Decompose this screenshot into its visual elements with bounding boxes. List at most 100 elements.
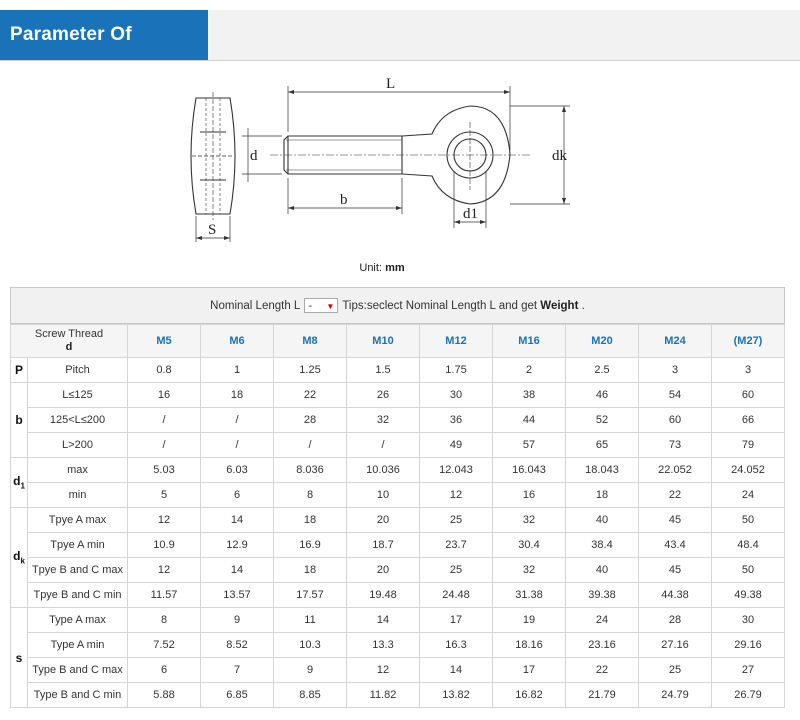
table-cell: 17.57 [273,582,347,608]
table-cell: / [273,432,347,458]
table-cell: 27.16 [638,632,712,658]
table-cell: / [346,432,420,458]
table-cell: 22 [273,382,347,408]
tips-main: Tips:seclect Nominal Length L and get [342,299,538,312]
table-cell: 16.043 [492,457,566,483]
parameter-symbol: d1 [10,457,28,508]
table-cell: 66 [711,407,785,433]
table-cell: 17 [492,657,566,683]
table-cell: 49.38 [711,582,785,608]
table-cell: 14 [200,507,274,533]
table-cell: 24 [565,607,639,633]
table-cell: 6.85 [200,682,274,708]
table-cell: 23.7 [419,532,493,558]
table-cell: 24.48 [419,582,493,608]
table-cell: 46 [565,382,639,408]
table-cell: 18 [273,507,347,533]
table-row: d1 max 5.03 6.03 8.036 10.036 12.043 16.043 18.0… [10,457,785,508]
table-cell: 39.38 [565,582,639,608]
label-b: b [340,192,348,208]
table-cell: 60 [711,382,785,408]
size-column-header: M5 [127,324,201,358]
size-column-header: M12 [419,324,493,358]
size-column-header: M16 [492,324,566,358]
table-cell: 6.03 [200,457,274,483]
parameter-symbol-letter: b [15,413,23,427]
row-label: Tpye A min [27,532,128,558]
parameter-symbol: b [10,382,28,458]
row-label: Type A min [27,632,128,658]
table-cell: 0.8 [127,357,201,383]
table-cell: 18 [200,382,274,408]
parameter-symbol: dk [10,507,28,608]
row-label: Type A max [27,607,128,633]
table-cell: 50 [711,557,785,583]
table-row: Tpye B and C min 11.57 13.57 17.57 19.48 24.4… [11,582,785,608]
spec-table: Screw Thread d M5 M6 M8 M10 M12 M16 M20 M24 (M27) … [10,324,785,708]
parameter-symbol: P [10,357,28,383]
table-cell: 7.52 [127,632,201,658]
table-cell: 3 [711,357,785,383]
table-cell: 14 [419,657,493,683]
table-cell: 8 [127,607,201,633]
table-cell: 8.036 [273,457,347,483]
table-cell: 16 [492,482,566,508]
row-label: L≤125 [27,382,128,408]
table-cell: 16 [127,382,201,408]
table-cell: 10.036 [346,457,420,483]
table-cell: / [127,407,201,433]
table-cell: 30 [419,382,493,408]
tips-text: Tips:seclect Nominal Length L and get We… [342,300,585,312]
nominal-length-label: Nominal Length L [210,299,301,312]
table-cell: 6 [127,657,201,683]
parameter-symbol-subscript: k [20,556,25,566]
table-cell: 10 [346,482,420,508]
table-cell: 20 [346,507,420,533]
table-row: Type B and C min 5.88 6.85 8.85 11.82 13.82 16… [11,682,785,708]
table-cell: 79 [711,432,785,458]
table-cell: 13.57 [200,582,274,608]
table-row: Tpye B and C max 12 14 18 20 25 32 40 45 50 [11,557,785,583]
label-d: d [250,148,258,164]
table-cell: 27 [711,657,785,683]
table-cell: 50 [711,507,785,533]
table-cell: 16.3 [419,632,493,658]
size-column-header: (M27) [711,324,785,358]
nominal-length-select[interactable]: - ▼ [304,298,339,313]
spec-table-container: Nominal Length L - ▼ Tips:seclect Nomina… [10,287,785,708]
table-cell: 30.4 [492,532,566,558]
nominal-length-value: - [308,300,312,312]
table-cell: 73 [638,432,712,458]
section-header: Parameter Of Product [0,10,800,95]
table-cell: 16.9 [273,532,347,558]
table-cell: 14 [200,557,274,583]
nominal-length-bar: Nominal Length L - ▼ Tips:seclect Nomina… [10,287,785,324]
table-cell: 65 [565,432,639,458]
table-cell: 20 [346,557,420,583]
table-cell: 24.79 [638,682,712,708]
table-cell: 32 [492,507,566,533]
table-cell: 8.52 [200,632,274,658]
table-row: 125<L≤200//28 32 36 44 52 60 66 [11,407,785,433]
screw-thread-symbol: d [65,341,73,353]
section-title: Parameter Of Product [0,10,208,95]
table-cell: 40 [565,557,639,583]
table-cell: 24 [711,482,785,508]
table-cell: 29.16 [711,632,785,658]
table-cell: 13.82 [419,682,493,708]
table-cell: 19 [492,607,566,633]
table-row: P Pitch 0.8 1 1.25 1.5 1.75 2 2.5 3 3 [10,357,785,383]
table-cell: 5.88 [127,682,201,708]
table-cell: 1 [200,357,274,383]
parameter-symbol-letter: s [15,650,23,665]
table-cell: 45 [638,507,712,533]
table-cell: 22 [638,482,712,508]
table-cell: 30 [711,607,785,633]
table-row: L>200// //49 57 65 73 79 [11,432,785,458]
table-cell: 12 [419,482,493,508]
table-cell: 43.4 [638,532,712,558]
table-cell: 7 [200,657,274,683]
table-cell: 1.25 [273,357,347,383]
table-row: min 5 6 8 10 12 16 18 22 24 [11,482,785,508]
unit-note: Unit: mm [0,262,764,274]
